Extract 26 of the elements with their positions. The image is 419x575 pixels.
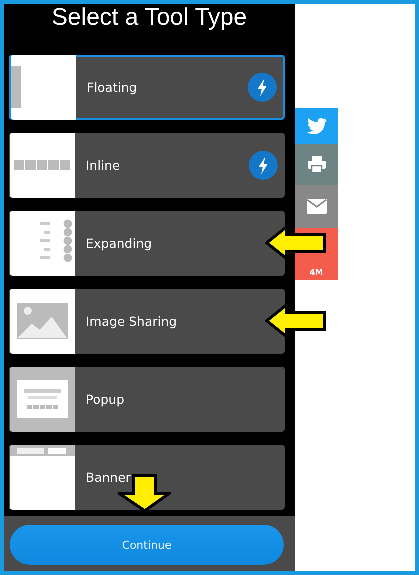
bird-icon bbox=[306, 118, 326, 134]
expanding-list-drawing bbox=[10, 211, 75, 276]
tool-label: Expanding bbox=[86, 236, 154, 251]
tool-card[interactable]: Inline bbox=[9, 133, 285, 198]
tool-card[interactable]: Floating bbox=[9, 55, 285, 120]
printer-icon bbox=[308, 156, 326, 173]
envelope-icon bbox=[306, 199, 326, 214]
tool-label: Image Sharing bbox=[86, 314, 178, 329]
share-button[interactable] bbox=[295, 185, 338, 228]
tool-label: Inline bbox=[86, 158, 122, 173]
popup-layout-drawing bbox=[10, 367, 75, 432]
panel-title: Select a Tool Type bbox=[50, 4, 248, 33]
floating-bar-drawing bbox=[11, 55, 76, 120]
tool-card[interactable]: Popup bbox=[9, 367, 285, 432]
tool-label: Floating bbox=[87, 80, 138, 95]
tool-card[interactable]: Image Sharing bbox=[9, 289, 285, 354]
tool-card[interactable]: Expanding bbox=[9, 211, 285, 276]
share-button[interactable] bbox=[295, 108, 338, 144]
inline-blocks-drawing bbox=[10, 133, 75, 198]
share-count: 4M bbox=[310, 268, 324, 277]
tool-label: Popup bbox=[86, 392, 126, 407]
share-button[interactable] bbox=[295, 144, 338, 185]
image-placeholder-icon bbox=[10, 289, 75, 354]
tool-card[interactable]: Banner bbox=[9, 445, 285, 510]
banner-layout-drawing bbox=[10, 445, 75, 510]
tool-label: Banner bbox=[86, 470, 132, 485]
